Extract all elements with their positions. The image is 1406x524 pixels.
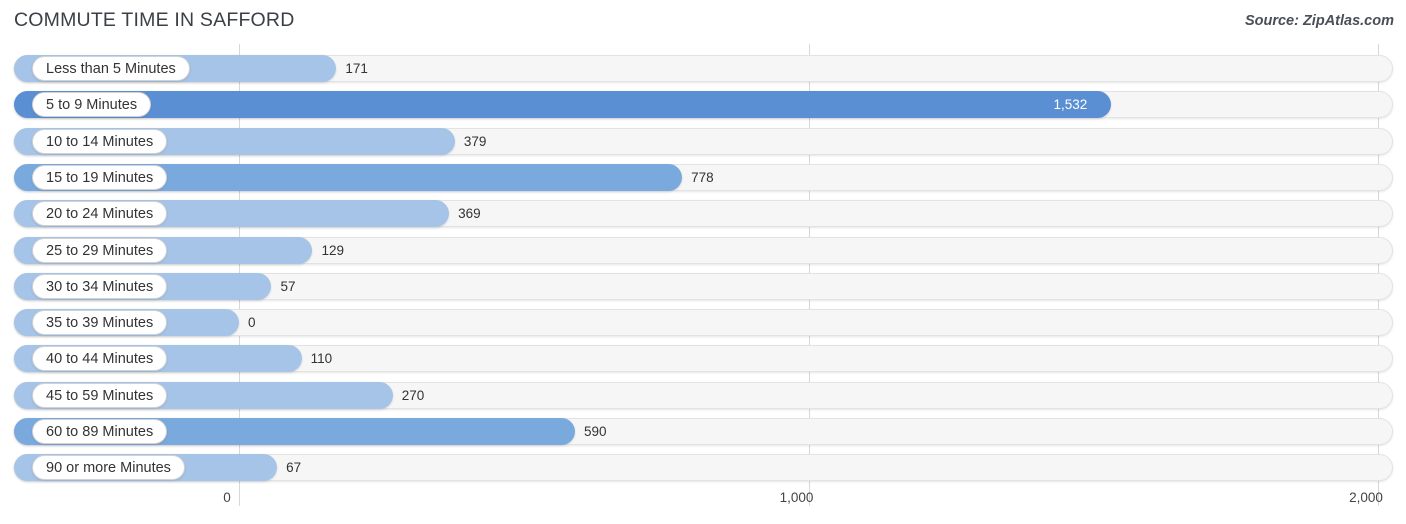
bar-value-label: 129 [321,242,344,258]
bar-row[interactable]: 40 to 44 Minutes 110 [14,345,1393,373]
bar-rows: Less than 5 Minutes 171 5 to 9 Minutes 1,53… [0,44,1406,484]
bar-value-label: 110 [310,351,333,367]
bar-fill [14,91,1112,119]
bar-value-label: 369 [458,206,481,222]
x-axis: 0 1,000 2,000 [0,484,1406,524]
bar-value-label: 0 [248,315,256,331]
bar-row[interactable]: 30 to 34 Minutes 57 [14,272,1393,300]
bar-category-label: 20 to 24 Minutes [32,201,168,227]
bar-value-label: 379 [463,133,487,149]
bar-category-label: 25 to 29 Minutes [32,237,168,263]
bar-category-label: 60 to 89 Minutes [32,419,168,444]
bar-value-label: 67 [286,460,302,476]
bar-category-label: Less than 5 Minutes [32,56,190,81]
axis-tick-label: 0 [223,490,231,505]
source-attribution: Source: ZipAtlas.com [1244,13,1394,29]
bar-row[interactable]: 25 to 29 Minutes 129 [14,236,1393,264]
bar-category-label: 5 to 9 Minutes [32,92,152,118]
bar-row[interactable]: 45 to 59 Minutes 270 [14,381,1393,409]
chart-header: COMMUTE TIME IN SAFFORD Source: ZipAtlas… [0,0,1406,44]
bar-row[interactable]: 10 to 14 Minutes 379 [14,127,1393,155]
bar-category-label: 15 to 19 Minutes [32,164,168,190]
bar-category-label: 10 to 14 Minutes [32,128,168,154]
bar-category-label: 30 to 34 Minutes [32,273,168,299]
bar-category-label: 35 to 39 Minutes [32,310,168,336]
bar-row[interactable]: Less than 5 Minutes 171 [14,55,1393,82]
bar-row[interactable]: 35 to 39 Minutes 0 [14,309,1393,337]
bar-value-label: 778 [691,169,714,185]
page-title: COMMUTE TIME IN SAFFORD [14,9,295,31]
bar-row[interactable]: 20 to 24 Minutes 369 [14,200,1393,228]
bar-category-label: 40 to 44 Minutes [32,346,168,372]
bar-row[interactable]: 5 to 9 Minutes 1,532 [14,91,1393,119]
plot-area: Less than 5 Minutes 171 5 to 9 Minutes 1,53… [0,44,1406,484]
bar-row[interactable]: 90 or more Minutes 67 [14,454,1393,482]
bar-category-label: 90 or more Minutes [32,455,185,481]
bar-value-label: 57 [280,278,296,294]
bar-category-label: 45 to 59 Minutes [32,382,168,408]
axis-tick-label: 2,000 [1349,490,1383,505]
axis-tick-mark [239,484,240,506]
bar-value-label: 1,532 [1053,97,1088,113]
bar-row[interactable]: 15 to 19 Minutes 778 [14,163,1393,191]
bar-value-label: 270 [401,387,425,403]
bar-value-label: 590 [584,424,607,439]
bar-row[interactable]: 60 to 89 Minutes 590 [14,418,1393,445]
bar-value-label: 171 [345,61,368,76]
axis-tick-label: 1,000 [779,490,814,505]
